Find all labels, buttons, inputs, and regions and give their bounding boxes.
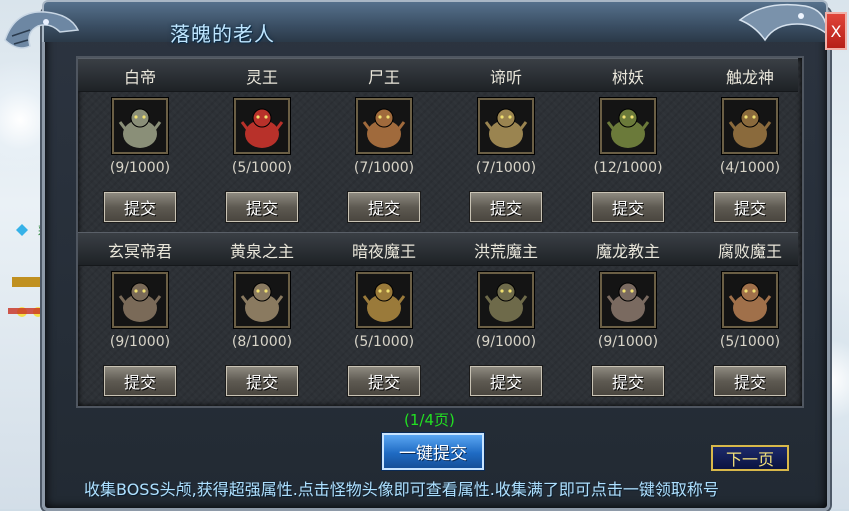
boss-portrait[interactable] xyxy=(478,272,534,328)
close-button[interactable]: X xyxy=(825,12,847,50)
boss-collect-count: (7/1000) xyxy=(353,160,415,176)
monster-icon xyxy=(236,274,288,326)
boss-portrait[interactable] xyxy=(234,272,290,328)
monster-icon xyxy=(724,100,776,152)
submit-button[interactable]: 提交 xyxy=(714,366,786,396)
boss-portrait[interactable] xyxy=(234,98,290,154)
boss-name: 触龙神 xyxy=(725,68,774,87)
dragon-ornament-left-icon xyxy=(4,11,80,49)
boss-collect-count: (9/1000) xyxy=(109,160,171,176)
submit-button[interactable]: 提交 xyxy=(348,366,420,396)
boss-name: 谛听 xyxy=(489,68,522,87)
boss-collect-count: (7/1000) xyxy=(475,160,537,176)
boss-collect-count: (9/1000) xyxy=(597,334,659,350)
boss-collection-panel: 白帝 (9/1000) 提交 灵王 (5/1000) 提交 尸王 (7/1000) 提交 谛听 (7… xyxy=(76,56,804,408)
boss-name: 腐败魔王 xyxy=(717,242,782,261)
boss-name: 洪荒魔主 xyxy=(473,242,538,261)
boss-collect-count: (9/1000) xyxy=(475,334,537,350)
submit-button[interactable]: 提交 xyxy=(470,366,542,396)
submit-button[interactable]: 提交 xyxy=(226,192,298,222)
boss-name: 暗夜魔王 xyxy=(351,242,416,261)
boss-name: 灵王 xyxy=(245,68,278,87)
boss-name: 白帝 xyxy=(123,68,156,87)
boss-portrait[interactable] xyxy=(112,272,168,328)
monster-icon xyxy=(114,274,166,326)
boss-portrait[interactable] xyxy=(722,98,778,154)
boss-name: 尸王 xyxy=(367,68,400,87)
monster-icon xyxy=(602,100,654,152)
boss-collect-count: (9/1000) xyxy=(109,334,171,350)
boss-name: 玄冥帝君 xyxy=(107,242,172,261)
monster-icon xyxy=(358,100,410,152)
boss-portrait[interactable] xyxy=(356,272,412,328)
next-page-button[interactable]: 下一页 xyxy=(711,445,789,471)
submit-button[interactable]: 提交 xyxy=(104,192,176,222)
dragon-ornament-right-icon xyxy=(738,3,828,42)
boss-collect-count: (5/1000) xyxy=(231,160,293,176)
boss-collect-count: (8/1000) xyxy=(231,334,293,350)
monster-icon xyxy=(480,274,532,326)
boss-collect-count: (5/1000) xyxy=(353,334,415,350)
boss-portrait[interactable] xyxy=(600,272,656,328)
submit-button[interactable]: 提交 xyxy=(714,192,786,222)
boss-collect-count: (5/1000) xyxy=(719,334,781,350)
monster-icon xyxy=(480,100,532,152)
boss-name: 黄泉之主 xyxy=(229,242,294,261)
monster-icon xyxy=(724,274,776,326)
monster-icon xyxy=(236,100,288,152)
boss-portrait[interactable] xyxy=(722,272,778,328)
boss-portrait[interactable] xyxy=(356,98,412,154)
page-indicator: (1/4页) xyxy=(404,411,455,429)
boss-collect-count: (12/1000) xyxy=(593,160,663,176)
boss-collect-count: (4/1000) xyxy=(719,160,781,176)
boss-portrait[interactable] xyxy=(478,98,534,154)
boss-name: 魔龙教主 xyxy=(595,242,660,261)
submit-button[interactable]: 提交 xyxy=(226,366,298,396)
boss-name: 树妖 xyxy=(611,68,644,87)
footer-hint: 收集BOSS头颅,获得超强属性.点击怪物头像即可查看属性.收集满了即可点击一键领… xyxy=(84,480,719,499)
one-key-submit-button[interactable]: 一键提交 xyxy=(382,433,484,470)
submit-button[interactable]: 提交 xyxy=(592,192,664,222)
submit-button[interactable]: 提交 xyxy=(104,366,176,396)
dialog-title: 落魄的老人 xyxy=(170,22,275,46)
dialog-title-bar xyxy=(42,0,828,42)
boss-portrait[interactable] xyxy=(600,98,656,154)
monster-icon xyxy=(114,100,166,152)
monster-icon xyxy=(602,274,654,326)
boss-portrait[interactable] xyxy=(112,98,168,154)
submit-button[interactable]: 提交 xyxy=(348,192,420,222)
submit-button[interactable]: 提交 xyxy=(592,366,664,396)
monster-icon xyxy=(358,274,410,326)
submit-button[interactable]: 提交 xyxy=(470,192,542,222)
